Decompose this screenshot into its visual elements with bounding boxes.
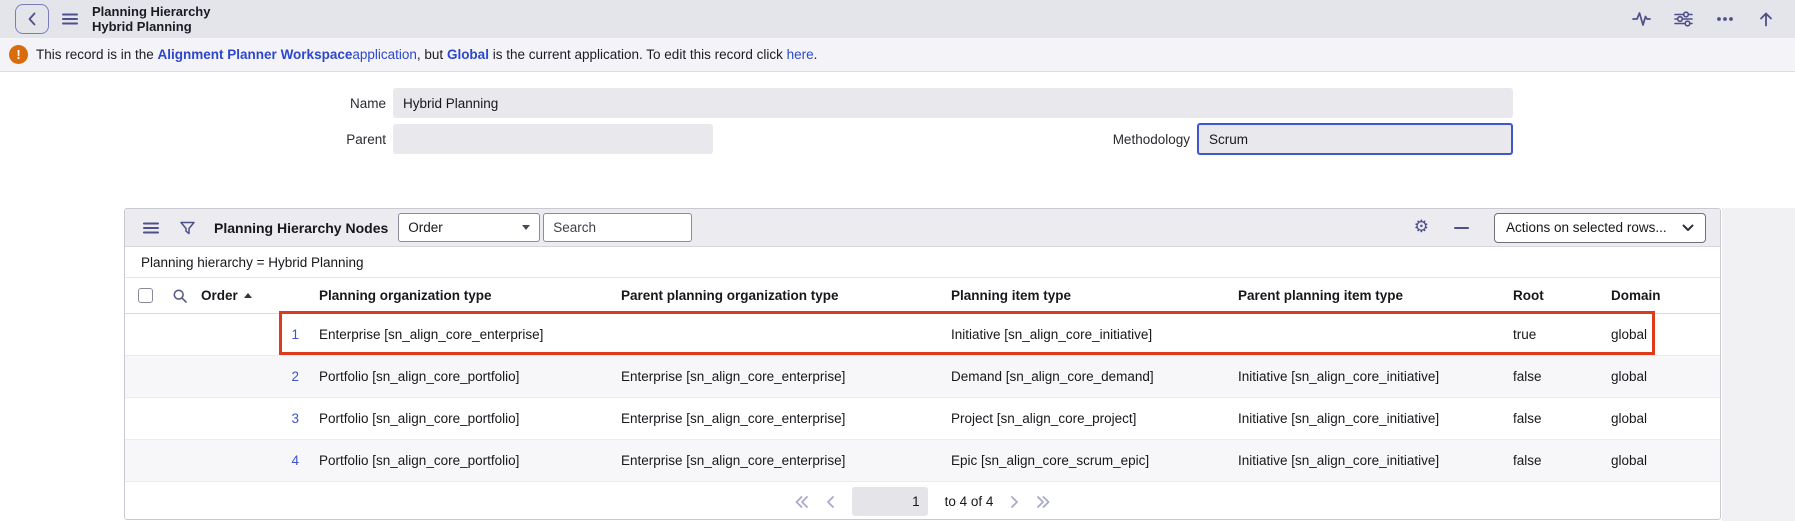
column-header-planning-item-type[interactable]: Planning item type: [943, 288, 1230, 303]
previous-page-icon[interactable]: [826, 495, 835, 509]
cell-parent-planning-organization-type: Enterprise [sn_align_core_enterprise]: [621, 369, 846, 384]
application-link[interactable]: Alignment Planner Workspace: [158, 47, 353, 62]
cell-planning-item-type: Epic [sn_align_core_scrum_epic]: [951, 453, 1150, 468]
application-link-suffix[interactable]: application: [352, 47, 417, 62]
row-number-link[interactable]: 3: [195, 411, 311, 426]
pagination-range-text: to 4 of 4: [944, 494, 994, 509]
more-options-icon[interactable]: [1716, 16, 1734, 22]
cell-planning-item-type: Initiative [sn_align_core_initiative]: [951, 327, 1153, 342]
alert-icon: !: [9, 45, 28, 64]
current-page-input[interactable]: 1: [851, 487, 928, 516]
cell-root: false: [1513, 369, 1542, 384]
actions-select-value: Actions on selected rows...: [1506, 220, 1667, 235]
methodology-field[interactable]: Scrum: [1197, 123, 1513, 155]
table-header-row: Order Planning organization type Parent …: [125, 278, 1720, 314]
cell-domain: global: [1611, 327, 1648, 342]
select-caret-icon: [522, 225, 531, 230]
cell-parent-planning-organization-type: Enterprise [sn_align_core_enterprise]: [621, 411, 846, 426]
search-column-value: Order: [408, 220, 443, 235]
cell-root: false: [1513, 453, 1542, 468]
list-title: Planning Hierarchy Nodes: [214, 219, 389, 236]
cell-domain: global: [1611, 453, 1648, 468]
list-search-box: [543, 213, 693, 242]
cell-planning-item-type: Demand [sn_align_core_demand]: [951, 369, 1154, 384]
table-row[interactable]: 3 Portfolio [sn_align_core_portfolio] En…: [125, 398, 1720, 440]
cell-planning-organization-type: Portfolio [sn_align_core_portfolio]: [319, 453, 520, 468]
list-toolbar: Planning Hierarchy Nodes Order ⚙ Actions…: [125, 209, 1720, 247]
list-search-input[interactable]: [544, 220, 692, 235]
name-label: Name: [349, 96, 386, 111]
actions-select[interactable]: Actions on selected rows...: [1494, 212, 1706, 243]
column-header-parent-planning-item-type[interactable]: Parent planning item type: [1230, 288, 1505, 303]
planning-hierarchy-nodes-list: Planning Hierarchy Nodes Order ⚙ Actions…: [124, 208, 1721, 520]
last-page-icon[interactable]: [1036, 495, 1050, 509]
filter-funnel-icon[interactable]: [179, 220, 196, 236]
cross-scope-banner: ! This record is in the Alignment Planne…: [0, 38, 1795, 72]
list-menu-icon[interactable]: [143, 222, 159, 234]
row-number-link[interactable]: 4: [195, 453, 311, 468]
cell-planning-organization-type: Portfolio [sn_align_core_portfolio]: [319, 369, 520, 384]
cell-parent-planning-item-type: Initiative [sn_align_core_initiative]: [1238, 411, 1440, 426]
record-type-title: Planning Hierarchy: [92, 4, 211, 19]
first-page-icon[interactable]: [795, 495, 809, 509]
table-row[interactable]: 4 Portfolio [sn_align_core_portfolio] En…: [125, 440, 1720, 482]
parent-label: Parent: [346, 132, 386, 147]
search-column-select[interactable]: Order: [398, 213, 541, 242]
column-header-root[interactable]: Root: [1505, 288, 1603, 303]
cell-domain: global: [1611, 411, 1648, 426]
column-header-domain[interactable]: Domain: [1603, 288, 1720, 303]
back-button[interactable]: [15, 4, 49, 34]
collapse-minus-icon[interactable]: [1454, 226, 1469, 230]
edit-here-link[interactable]: here: [787, 47, 814, 62]
column-header-order[interactable]: Order: [195, 288, 311, 303]
row-number-link[interactable]: 2: [195, 369, 311, 384]
next-page-icon[interactable]: [1010, 495, 1019, 509]
page-background-strip: [1722, 208, 1795, 521]
hamburger-menu-icon[interactable]: [62, 13, 78, 25]
select-all-checkbox[interactable]: [137, 288, 153, 303]
row-number-link[interactable]: 1: [195, 327, 311, 342]
table-row[interactable]: 2 Portfolio [sn_align_core_portfolio] En…: [125, 356, 1720, 398]
name-field[interactable]: Hybrid Planning: [393, 88, 1513, 118]
chevron-left-icon: [26, 11, 39, 27]
filter-breadcrumb[interactable]: Planning hierarchy = Hybrid Planning: [125, 247, 1720, 278]
table-body: 1 Enterprise [sn_align_core_enterprise] …: [125, 314, 1720, 482]
sort-ascending-icon: [243, 293, 252, 298]
cell-parent-planning-item-type: Initiative [sn_align_core_initiative]: [1238, 369, 1440, 384]
record-name-title: Hybrid Planning: [92, 19, 192, 34]
arrow-up-icon[interactable]: [1757, 10, 1775, 28]
cell-parent-planning-item-type: Initiative [sn_align_core_initiative]: [1238, 453, 1440, 468]
cell-planning-item-type: Project [sn_align_core_project]: [951, 411, 1137, 426]
scope-link[interactable]: Global: [447, 47, 489, 62]
filter-breadcrumb-text: Planning hierarchy = Hybrid Planning: [141, 254, 364, 270]
table-row[interactable]: 1 Enterprise [sn_align_core_enterprise] …: [125, 314, 1720, 356]
cell-domain: global: [1611, 369, 1648, 384]
page-title: Planning Hierarchy Hybrid Planning: [92, 4, 210, 34]
activity-stream-icon[interactable]: [1632, 10, 1651, 28]
cell-root: false: [1513, 411, 1542, 426]
chevron-down-icon: [1682, 224, 1694, 231]
personalize-sliders-icon[interactable]: [1674, 10, 1693, 28]
select-all-cell: [125, 288, 165, 303]
cell-root: true: [1513, 327, 1537, 342]
column-search-cell: [165, 288, 195, 304]
cell-planning-organization-type: Enterprise [sn_align_core_enterprise]: [319, 327, 544, 342]
column-header-parent-planning-organization-type[interactable]: Parent planning organization type: [613, 288, 943, 303]
search-icon[interactable]: [172, 288, 188, 304]
banner-text: This record is in the: [36, 47, 158, 62]
methodology-label: Methodology: [1112, 132, 1190, 147]
pagination-bar: 1 to 4 of 4: [125, 482, 1720, 519]
parent-field[interactable]: [393, 124, 713, 154]
gear-icon[interactable]: ⚙: [1414, 219, 1429, 236]
top-bar: Planning Hierarchy Hybrid Planning: [0, 0, 1795, 38]
column-header-planning-organization-type[interactable]: Planning organization type: [311, 288, 613, 303]
cell-parent-planning-organization-type: Enterprise [sn_align_core_enterprise]: [621, 453, 846, 468]
cell-planning-organization-type: Portfolio [sn_align_core_portfolio]: [319, 411, 520, 426]
